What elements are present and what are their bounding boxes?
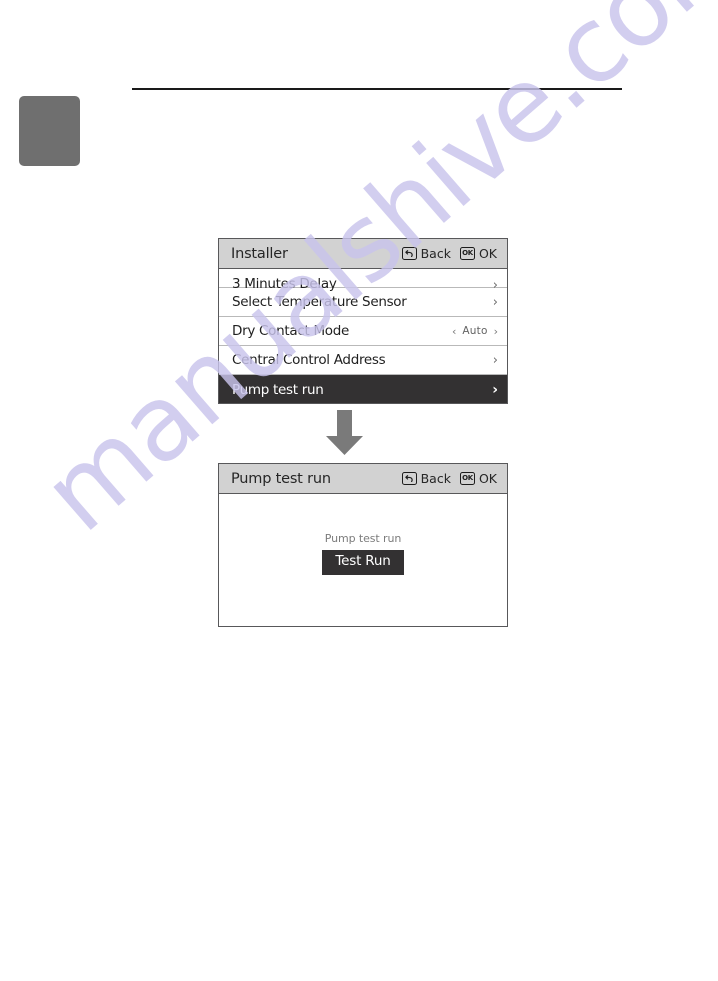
pump-screen-header: Pump test run Back OK OK [219,464,507,494]
ok-button[interactable]: OK OK [459,246,497,261]
menu-item-label: Select Temperature Sensor [232,294,407,310]
installer-menu-list[interactable]: 3 Minutes Delay › Select Temperature Sen… [219,269,507,403]
menu-item-label: Pump test run [232,382,324,398]
ok-key-text: OK [462,249,473,257]
installer-screen: Installer Back OK OK 3 Minutes Delay › S… [218,238,508,404]
header-actions: Back OK OK [401,471,497,486]
menu-item-dry-contact-mode[interactable]: Dry Contact Mode ‹ Auto › [219,317,507,346]
back-button[interactable]: Back [401,471,451,486]
installer-screen-header: Installer Back OK OK [219,239,507,269]
ok-key-icon: OK [459,247,475,260]
row-right: ‹ Auto › [452,325,498,337]
test-run-button[interactable]: Test Run [322,550,404,575]
ok-button[interactable]: OK OK [459,471,497,486]
ok-key-icon: OK [459,472,475,485]
back-button-label: Back [420,246,451,261]
row-right: › [493,296,498,309]
back-button[interactable]: Back [401,246,451,261]
ok-key-text: OK [462,474,473,482]
page-header-rule [132,88,622,90]
page-title: Installer [231,245,288,262]
arrow-down-icon [325,410,364,456]
row-right: › [492,383,498,397]
chevron-right-icon: › [492,278,498,293]
chevron-right-icon: › [492,352,498,368]
chevron-right-icon: › [492,294,498,310]
menu-item-value: Auto [462,325,488,337]
chevron-right-icon: › [492,382,498,398]
chevron-left-icon[interactable]: ‹ [452,326,456,337]
row-right: › [493,279,498,292]
page-side-tab [19,96,80,166]
ok-button-label: OK [478,471,497,486]
ok-button-label: OK [478,246,497,261]
header-actions: Back OK OK [401,246,497,261]
back-arrow-icon [401,472,417,485]
menu-item-select-temperature-sensor[interactable]: Select Temperature Sensor › [219,288,507,317]
back-button-label: Back [420,471,451,486]
pump-test-run-screen: Pump test run Back OK OK Pump test run T… [218,463,508,627]
menu-item-3-minutes-delay[interactable]: 3 Minutes Delay › [219,269,507,292]
row-right: › [493,354,498,367]
menu-item-pump-test-run[interactable]: Pump test run › [219,375,507,403]
menu-item-central-control-address[interactable]: Central Control Address › [219,346,507,375]
chevron-right-icon[interactable]: › [494,326,498,337]
menu-item-label: Dry Contact Mode [232,323,350,339]
page-title: Pump test run [231,470,331,487]
pump-test-run-body: Pump test run Test Run [219,494,507,626]
back-arrow-icon [401,247,417,260]
pump-test-run-caption: Pump test run [324,532,402,545]
menu-item-label: 3 Minutes Delay [232,276,337,292]
menu-item-label: Central Control Address [232,352,386,368]
